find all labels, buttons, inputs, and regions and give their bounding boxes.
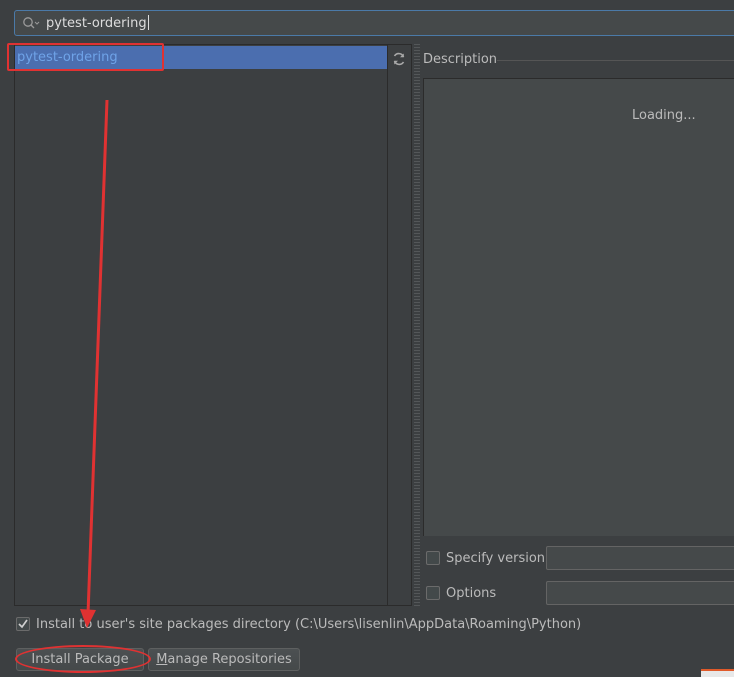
corner-widget [701,669,734,677]
annotation-arrow [80,99,109,628]
